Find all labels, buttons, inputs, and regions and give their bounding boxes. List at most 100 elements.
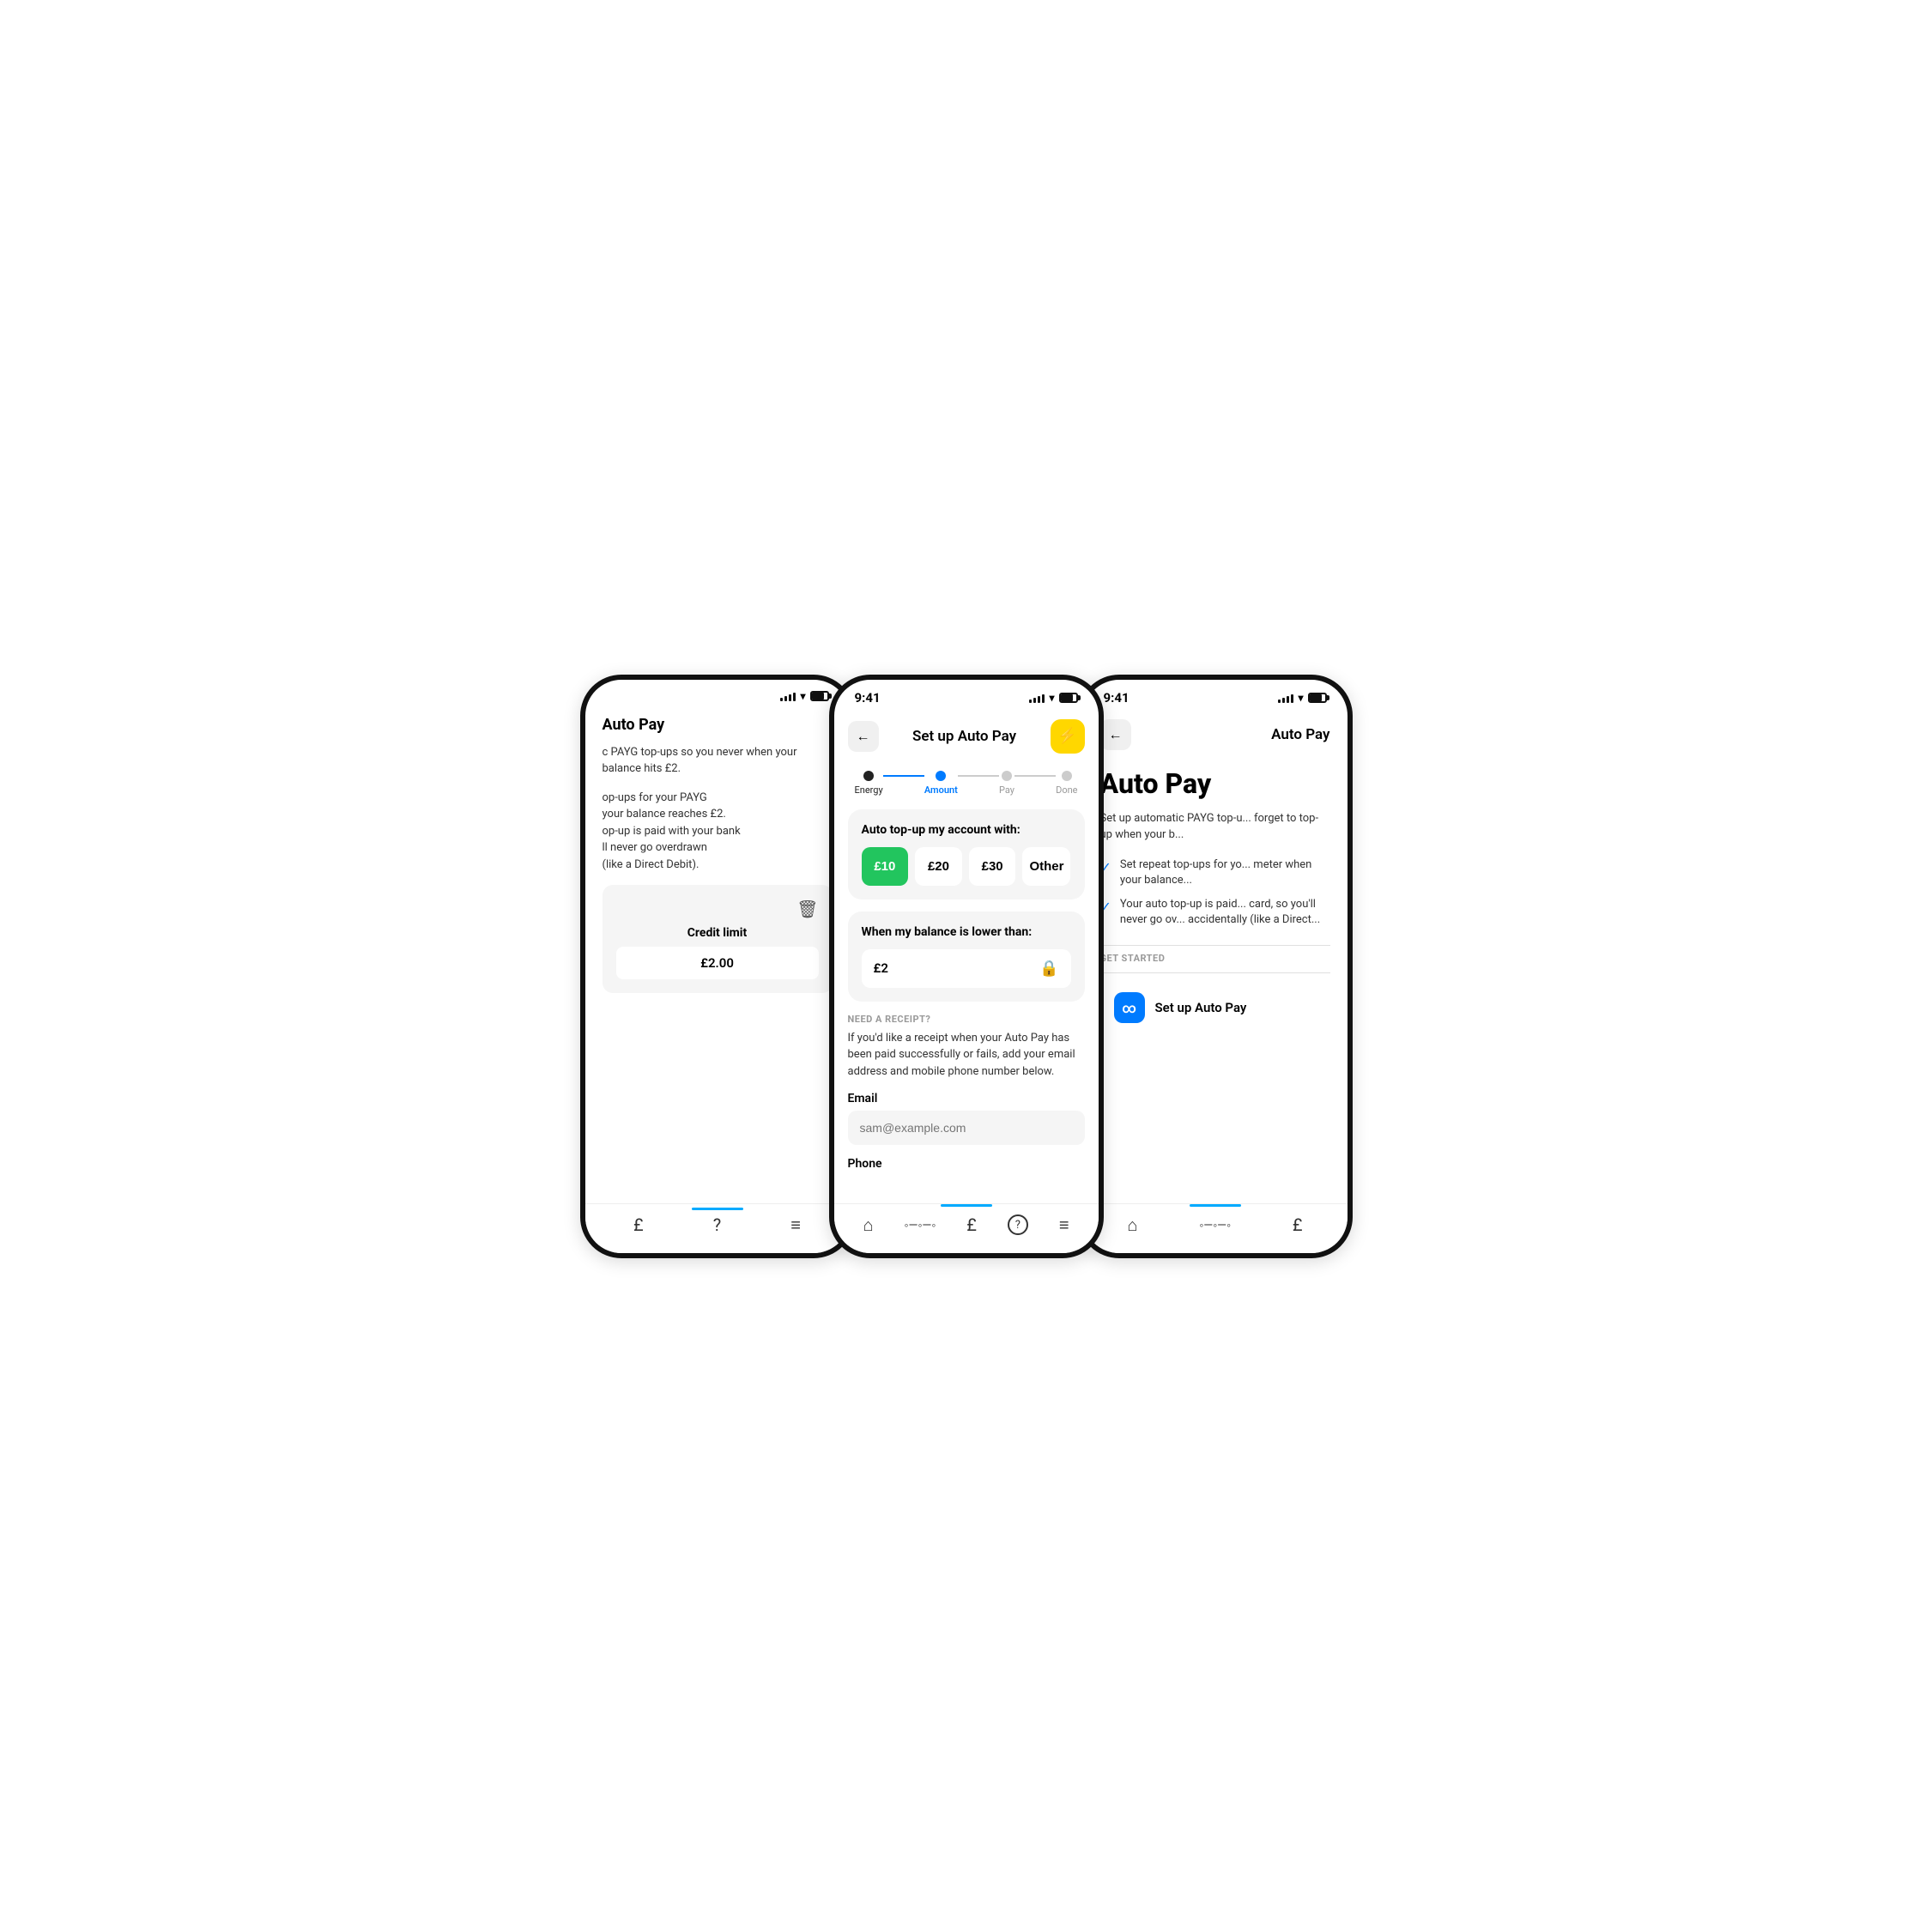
topup-section: Auto top-up my account with: £10 £20 £30… [848,809,1085,899]
nav-item-help[interactable]: ? [713,1214,721,1235]
delete-icon[interactable]: 🗑 [796,899,818,919]
left-phone-body: Auto Pay c PAYG top-ups so you never whe… [585,709,850,994]
step-label-pay: Pay [999,784,1014,796]
menu-icon-center: ≡ [1059,1214,1069,1236]
time-center: 9:41 [855,690,881,706]
status-bar-center: 9:41 ▾ [834,680,1099,712]
amount-btn-30[interactable]: £30 [969,847,1016,886]
nav-billing-right[interactable]: £ [1293,1214,1303,1235]
receipt-section: NEED A RECEIPT? If you'd like a receipt … [834,1014,1099,1187]
wifi-icon: ▾ [800,690,805,702]
feature-list: ✓ Set repeat top-ups for yo... meter whe… [1100,857,1330,929]
back-arrow-right: ← [1109,726,1123,743]
receipt-desc: If you'd like a receipt when your Auto P… [848,1030,1085,1081]
right-header: ← Auto Pay [1100,712,1330,760]
status-icons-right: ▾ [1278,692,1326,704]
bottom-nav-right: ⌂ ◦—◦—◦ £ [1083,1203,1348,1253]
nav-network-center[interactable]: ◦—◦—◦ [905,1218,936,1232]
nav-billing-center[interactable]: £ [966,1214,977,1235]
billing-icon-center: £ [966,1214,977,1235]
billing-icon-right: £ [1293,1214,1303,1235]
lightning-button[interactable]: ⚡ [1051,719,1085,754]
nav-network-right[interactable]: ◦—◦—◦ [1199,1218,1231,1232]
setup-autopay-btn[interactable]: ∞ Set up Auto Pay [1100,980,1330,1035]
nav-home-center[interactable]: ⌂ [863,1214,873,1236]
amount-btn-20[interactable]: £20 [915,847,962,886]
nav-home-right[interactable]: ⌂ [1127,1214,1137,1236]
balance-title: When my balance is lower than: [862,925,1071,939]
lock-icon: 🔒 [1039,960,1058,978]
right-page-title: Auto Pay [1271,726,1329,743]
status-bar-right: 9:41 ▾ [1083,680,1348,712]
phone-right: 9:41 ▾ ← Auto Pay [1078,675,1353,1258]
help-icon: ? [713,1214,721,1235]
lightning-icon: ⚡ [1057,727,1076,745]
feature-text-1: Set repeat top-ups for yo... meter when … [1120,857,1330,888]
credit-limit-value: £2.00 [616,947,819,979]
balance-value: £2 [874,960,888,976]
network-icon-center: ◦—◦—◦ [905,1218,936,1232]
balance-input-row: £2 🔒 [862,949,1071,988]
left-description: c PAYG top-ups so you never when your ba… [603,744,833,778]
step-amount: Amount [924,771,958,796]
battery-icon-right [1308,693,1327,703]
autopay-description: Set up automatic PAYG top-u... forget to… [1100,810,1330,844]
page-title-left: Auto Pay [603,709,833,744]
step-dot-energy [863,771,874,781]
balance-section: When my balance is lower than: £2 🔒 [848,911,1085,1002]
status-icons-center: ▾ [1029,692,1077,704]
credit-limit-label: Credit limit [616,926,819,940]
step-dot-done [1062,771,1072,781]
step-label-done: Done [1056,784,1077,796]
step-line-1 [883,775,924,777]
wifi-icon-right: ▾ [1298,692,1303,704]
back-button-center[interactable]: ← [848,721,879,752]
nav-menu-center[interactable]: ≡ [1059,1214,1069,1236]
bottom-nav-left: £ ? ≡ [585,1203,850,1253]
step-label-amount: Amount [924,784,958,796]
step-energy: Energy [855,771,883,796]
time-right: 9:41 [1104,690,1130,706]
step-pay: Pay [999,771,1014,796]
amount-btn-10[interactable]: £10 [862,847,909,886]
infinity-icon: ∞ [1122,1000,1136,1016]
topup-title: Auto top-up my account with: [862,823,1071,837]
divider-right [1100,945,1330,946]
phones-container: ▾ Auto Pay c PAYG top-ups so you never w… [494,675,1438,1258]
credit-limit-card: 🗑 Credit limit £2.00 [603,885,833,993]
help-icon-center: ? [1008,1214,1028,1235]
amount-btn-other[interactable]: Other [1022,847,1070,886]
phone-label: Phone [848,1157,1085,1171]
email-input[interactable] [848,1111,1085,1145]
network-icon-right: ◦—◦—◦ [1199,1218,1231,1232]
center-page-title: Set up Auto Pay [912,728,1016,745]
step-line-3 [1014,775,1056,777]
battery-icon-center [1059,693,1078,703]
nav-item-billing[interactable]: £ [633,1214,644,1235]
step-done: Done [1056,771,1077,796]
wifi-icon-center: ▾ [1049,692,1054,704]
nav-item-menu[interactable]: ≡ [790,1214,801,1236]
feature-text-2: Your auto top-up is paid... card, so you… [1120,897,1330,928]
billing-icon: £ [633,1214,644,1235]
progress-steps: Energy Amount Pay Done [834,764,1099,809]
signal-icon-right [1278,693,1293,703]
back-button-right[interactable]: ← [1100,719,1131,750]
phone-left: ▾ Auto Pay c PAYG top-ups so you never w… [580,675,855,1258]
menu-icon: ≡ [790,1214,801,1236]
home-icon-right: ⌂ [1127,1214,1137,1236]
email-label: Email [848,1092,1085,1105]
battery-icon [810,691,829,701]
status-icons-left: ▾ [780,690,828,702]
phone-center: 9:41 ▾ ← Set up Auto Pay ⚡ [829,675,1104,1258]
home-icon-center: ⌂ [863,1214,873,1236]
center-header: ← Set up Auto Pay ⚡ [834,712,1099,764]
step-dot-pay [1002,771,1012,781]
right-phone-body: ← Auto Pay Auto Pay Set up automatic PAY… [1083,712,1348,1036]
amount-options: £10 £20 £30 Other [862,847,1071,886]
nav-help-center[interactable]: ? [1008,1214,1028,1235]
signal-icon [780,691,796,701]
divider-right-2 [1100,972,1330,973]
feature-item-1: ✓ Set repeat top-ups for yo... meter whe… [1100,857,1330,888]
step-label-energy: Energy [855,784,883,796]
